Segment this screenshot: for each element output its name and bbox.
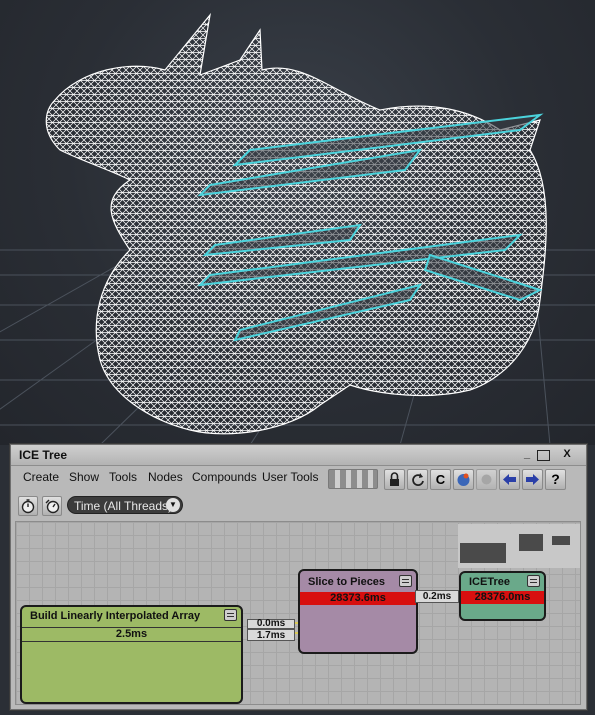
menu-tools[interactable]: Tools	[109, 470, 137, 484]
build-node-title: Build Linearly Interpolated Array	[30, 610, 201, 622]
stopwatch-icon[interactable]	[18, 496, 38, 516]
minimize-button[interactable]: _	[519, 447, 535, 462]
icetree-node[interactable]: ICETree 28376.0ms	[459, 571, 546, 621]
menu-compounds[interactable]: Compounds	[192, 470, 257, 484]
icetree-node-title: ICETree	[469, 576, 510, 588]
node-menu-icon[interactable]	[527, 575, 540, 587]
window-title: ICE Tree	[19, 448, 68, 462]
3d-viewport[interactable]	[0, 0, 595, 445]
disabled-circle-icon[interactable]	[476, 469, 497, 490]
connection-time-bottom: 1.7ms	[247, 629, 295, 641]
lock-icon[interactable]	[384, 469, 405, 490]
build-array-node[interactable]: Build Linearly Interpolated Array 2.5ms	[20, 605, 243, 704]
stopwatch-reset-icon[interactable]	[42, 496, 62, 516]
close-button[interactable]: X	[559, 447, 575, 462]
build-node-header: Build Linearly Interpolated Array	[22, 607, 241, 625]
node-menu-icon[interactable]	[399, 575, 412, 587]
time-mode-dropdown[interactable]: Time (All Threads) ▼	[67, 496, 183, 514]
connection-time-top: 0.0ms	[247, 619, 295, 629]
menu-user-tools[interactable]: User Tools	[262, 470, 318, 484]
time-mode-label: Time (All Threads)	[74, 499, 173, 513]
icetree-node-time: 28376.0ms	[461, 591, 544, 604]
dragon-mesh	[45, 12, 547, 435]
chevron-down-icon: ▼	[166, 498, 180, 512]
menu-show[interactable]: Show	[69, 470, 99, 484]
timing-toolbar: Time (All Threads) ▼	[11, 493, 586, 519]
maximize-button[interactable]	[537, 450, 550, 461]
slice-node-title: Slice to Pieces	[308, 576, 386, 588]
slice-node-time: 28373.6ms	[300, 592, 416, 605]
back-arrow-icon[interactable]	[499, 469, 520, 490]
node-graph-canvas[interactable]: Build Linearly Interpolated Array 2.5ms …	[15, 521, 581, 705]
icetree-node-header: ICETree	[461, 573, 544, 591]
compound-c-icon[interactable]: C	[430, 469, 451, 490]
refresh-icon[interactable]	[407, 469, 428, 490]
toolbar-striped-handle[interactable]	[328, 469, 378, 489]
window-titlebar[interactable]: ICE Tree _ X	[11, 445, 586, 466]
viewport-scene	[0, 12, 595, 445]
build-node-time: 2.5ms	[22, 627, 241, 642]
connection-time-slice-icetree: 0.2ms	[415, 590, 459, 603]
menu-nodes[interactable]: Nodes	[148, 470, 183, 484]
forward-arrow-icon[interactable]	[522, 469, 543, 490]
ice-tree-window: ICE Tree _ X Create Show Tools Nodes Com…	[10, 444, 587, 710]
menu-create[interactable]: Create	[23, 470, 59, 484]
slice-to-pieces-node[interactable]: Slice to Pieces 28373.6ms	[298, 569, 418, 654]
slice-node-header: Slice to Pieces	[300, 571, 416, 591]
node-menu-icon[interactable]	[224, 609, 237, 621]
sphere-icon[interactable]	[453, 469, 474, 490]
help-icon[interactable]: ?	[545, 469, 566, 490]
